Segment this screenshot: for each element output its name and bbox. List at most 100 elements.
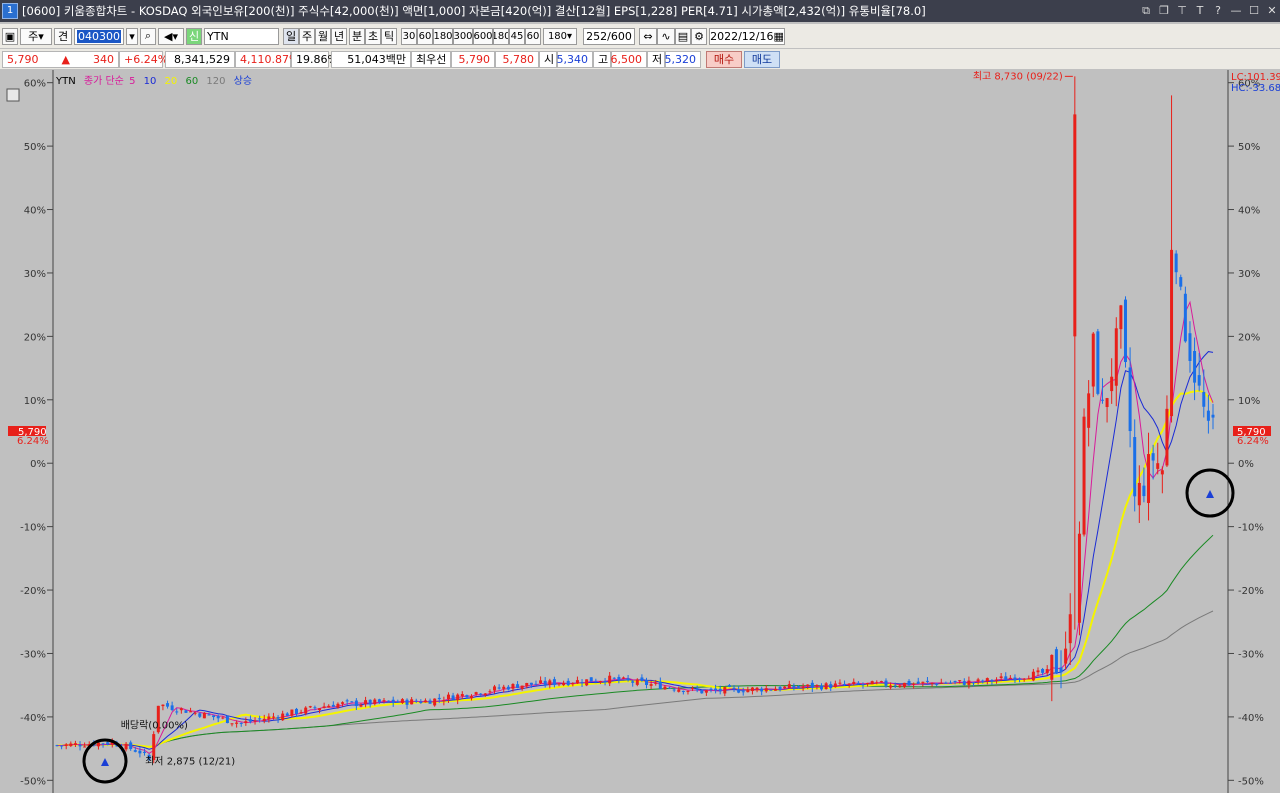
minimize-icon[interactable]: — [1230, 5, 1242, 17]
scroll-icon[interactable]: ⇔ [639, 27, 657, 45]
zoom-icon[interactable]: ∿ [657, 27, 675, 45]
candle-body [617, 676, 621, 681]
low-annotation: 최저 2,875 (12/21) [145, 755, 235, 767]
candle-body [935, 683, 939, 685]
buy-button[interactable]: 매수 [706, 50, 742, 68]
candle-body [1211, 414, 1215, 418]
tick-45[interactable]: 45 [509, 27, 525, 45]
best-bid: 5,780 [495, 50, 539, 68]
candle-body [962, 681, 966, 685]
price-chart[interactable]: 60% 60%50% 50%40% 40%30% 30%20% 20%10% 10%0% 0%… [0, 70, 1280, 793]
period-day[interactable]: 일 [283, 27, 299, 45]
candle-body [529, 682, 533, 685]
minute-select[interactable]: 180 ▾ [543, 27, 577, 45]
candle-body [778, 686, 782, 690]
candle-body [359, 704, 363, 707]
minute-600[interactable]: 600 [473, 27, 493, 45]
period-year[interactable]: 년 [331, 27, 347, 45]
period-second[interactable]: 초 [365, 27, 381, 45]
stock-code-input[interactable]: 040300 [74, 27, 124, 45]
new-badge[interactable]: 신 [186, 27, 202, 45]
left-tick-label-5: 10% [24, 396, 46, 407]
period-month[interactable]: 월 [315, 27, 331, 45]
candle-body [216, 716, 220, 719]
code-dropdown[interactable]: ▾ [126, 27, 138, 45]
candle-body [166, 703, 170, 707]
best-label: 최우선 [411, 50, 451, 68]
candle-body [161, 704, 165, 707]
restore-icon[interactable]: ❐ [1158, 5, 1170, 17]
candle-body [1202, 391, 1206, 407]
candle-body [585, 679, 589, 686]
candle-body [313, 707, 317, 709]
candle-body [861, 684, 865, 686]
speaker-icon[interactable]: ◀▾ [158, 27, 184, 45]
layout-icon[interactable]: ▣ [2, 27, 18, 45]
candle-body [893, 685, 897, 687]
search-icon[interactable]: ⌕ [140, 27, 156, 45]
right-tick-label-10: -40% [1238, 713, 1264, 724]
sell-button[interactable]: 매도 [744, 50, 780, 68]
candle-body [1091, 333, 1095, 387]
minute-300[interactable]: 300 [453, 27, 473, 45]
period-week[interactable]: 주 [299, 27, 315, 45]
help-icon[interactable]: ? [1212, 5, 1224, 17]
candle-body [1119, 305, 1123, 330]
candle-body [866, 682, 870, 684]
left-tick-label-3: 30% [24, 269, 46, 280]
candle-body [262, 718, 266, 721]
candle-body [502, 686, 506, 689]
candle-body [990, 680, 994, 682]
left-tick-label-6: 0% [30, 459, 46, 470]
stock-name-field[interactable]: YTN [204, 27, 279, 45]
candle-body [557, 683, 561, 685]
window-icon: 1 [2, 3, 18, 19]
candle-body [668, 687, 672, 689]
candle-body [193, 712, 197, 714]
candle-body [691, 687, 695, 689]
candle-body [700, 690, 704, 694]
candle-body [1114, 328, 1118, 386]
candle-body [921, 681, 925, 683]
left-tick-label-1: 50% [24, 142, 46, 153]
chart-settings-icon[interactable] [6, 88, 20, 102]
candle-body [760, 688, 764, 692]
chart-background [0, 70, 1280, 793]
market-select[interactable]: 주 ▾ [20, 27, 52, 45]
candle-body [198, 713, 202, 717]
candle-body [124, 743, 128, 750]
candle-body [73, 743, 77, 745]
right-tick-label-3: 30% [1238, 269, 1260, 280]
period-minute[interactable]: 분 [349, 27, 365, 45]
count-field[interactable]: 252/600 [583, 27, 635, 45]
candle-body [1041, 668, 1045, 673]
candle-body [235, 722, 239, 724]
candle-body [1147, 454, 1151, 503]
candle-body [405, 699, 409, 705]
minute-30[interactable]: 30 [401, 27, 417, 45]
legend-ma60: 60 [185, 76, 199, 87]
candle-body [69, 743, 73, 747]
candle-body [1206, 410, 1210, 421]
link-icon[interactable]: ⧉ [1140, 5, 1152, 17]
mode-toggle[interactable]: 견 [54, 27, 72, 45]
date-field[interactable]: 2022/12/16 ▦ [709, 27, 785, 45]
pin-icon[interactable]: ⊤ [1176, 5, 1188, 17]
minute-180b[interactable]: 180 [493, 27, 509, 45]
maximize-icon[interactable]: ☐ [1248, 5, 1260, 17]
candle-body [677, 689, 681, 692]
candle-body [649, 684, 653, 686]
period-tick[interactable]: 틱 [381, 27, 397, 45]
save-icon[interactable]: ▤ [675, 27, 691, 45]
candle-body [1031, 671, 1035, 681]
count-total: /600 [607, 29, 632, 43]
minute-60[interactable]: 60 [417, 27, 433, 45]
close-icon[interactable]: ✕ [1266, 5, 1278, 17]
tick-60[interactable]: 60 [525, 27, 541, 45]
minute-180[interactable]: 180 [433, 27, 453, 45]
left-tick-label-10: -40% [20, 713, 46, 724]
candle-body [1183, 293, 1187, 342]
gear-icon[interactable]: ⚙ [691, 27, 707, 45]
text-icon[interactable]: T [1194, 5, 1206, 17]
candle-body [414, 700, 418, 702]
